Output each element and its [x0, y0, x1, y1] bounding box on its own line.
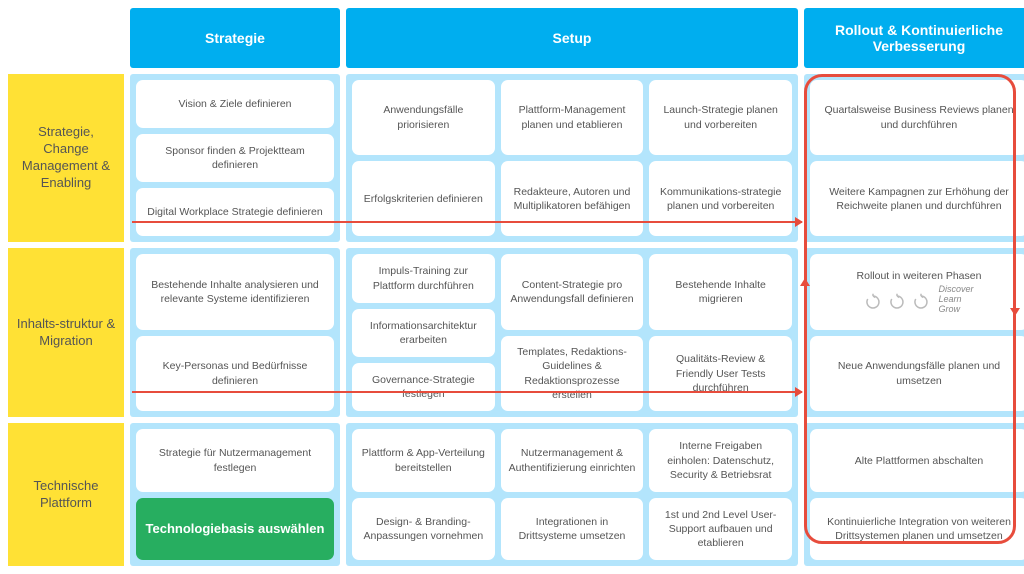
card: Weitere Kampagnen zur Erhöhung der Reich… [810, 161, 1024, 236]
card: Content-Strategie pro Anwendungsfall def… [501, 254, 644, 330]
card: Launch-Strategie planen und vorbereiten [649, 80, 792, 155]
card: Quartalsweise Business Reviews planen un… [810, 80, 1024, 155]
card: Key-Personas und Bedürfnisse definieren [136, 336, 334, 412]
card: Redakteure, Autoren und Multiplikatoren … [501, 161, 644, 236]
card: Templates, Redaktions-Guidelines & Redak… [501, 336, 644, 412]
card: Nutzermanagement & Authentifizierung ein… [501, 429, 644, 492]
card-rollout-phases: Rollout in weiteren Phasen Discover Lear… [810, 254, 1024, 330]
card: Neue Anwendungsfälle planen und umsetzen [810, 336, 1024, 412]
card: Interne Freigaben einholen: Datenschutz,… [649, 429, 792, 492]
card: Design- & Branding-Anpassungen vornehmen [352, 498, 495, 561]
row-inhalt-migration: Inhalts-struktur & Migration [8, 248, 124, 417]
card: Erfolgskriterien definieren [352, 161, 495, 236]
col-rollout: Rollout & Kontinuierliche Verbesserung [804, 8, 1024, 68]
card: Bestehende Inhalte migrieren [649, 254, 792, 330]
card: Plattform & App-Verteilung bereitstellen [352, 429, 495, 492]
card: Vision & Ziele definieren [136, 80, 334, 128]
card: Strategie für Nutzermanagement festlegen [136, 429, 334, 492]
card: Sponsor finden & Projektteam definieren [136, 134, 334, 182]
card: Informationsarchitektur erarbeiten [352, 309, 495, 357]
card-technologiebasis: Technologiebasis auswählen [136, 498, 334, 561]
card: Digital Workplace Strategie definieren [136, 188, 334, 236]
card: Bestehende Inhalte analysieren und relev… [136, 254, 334, 330]
framework-matrix: Strategie Setup Rollout & Kontinuierlich… [8, 8, 1016, 566]
col-strategie: Strategie [130, 8, 340, 68]
cycle-icon [864, 293, 930, 311]
card: Plattform-Management planen und etablier… [501, 80, 644, 155]
card: Kontinuierliche Integration von weiteren… [810, 498, 1024, 561]
loop-arrow-icon [800, 278, 810, 286]
card: Qualitäts-Review & Friendly User Tests d… [649, 336, 792, 412]
card: Governance-Strategie festlegen [352, 363, 495, 411]
row-strategie-change: Strategie, Change Management & Enabling [8, 74, 124, 242]
card: 1st und 2nd Level User-Support aufbauen … [649, 498, 792, 561]
card: Alte Plattformen abschalten [810, 429, 1024, 492]
flow-arrow [132, 221, 802, 223]
card: Impuls-Training zur Plattform durchführe… [352, 254, 495, 302]
card: Integrationen in Drittsysteme umsetzen [501, 498, 644, 561]
cycle-text: Discover Learn Grow [938, 285, 973, 315]
card: Anwendungsfälle priorisieren [352, 80, 495, 155]
loop-arrow-icon [1010, 308, 1020, 316]
card: Kommunikations-strategie planen und vorb… [649, 161, 792, 236]
row-technische-plattform: Technische Plattform [8, 423, 124, 566]
flow-arrow [132, 391, 802, 393]
col-setup: Setup [346, 8, 798, 68]
